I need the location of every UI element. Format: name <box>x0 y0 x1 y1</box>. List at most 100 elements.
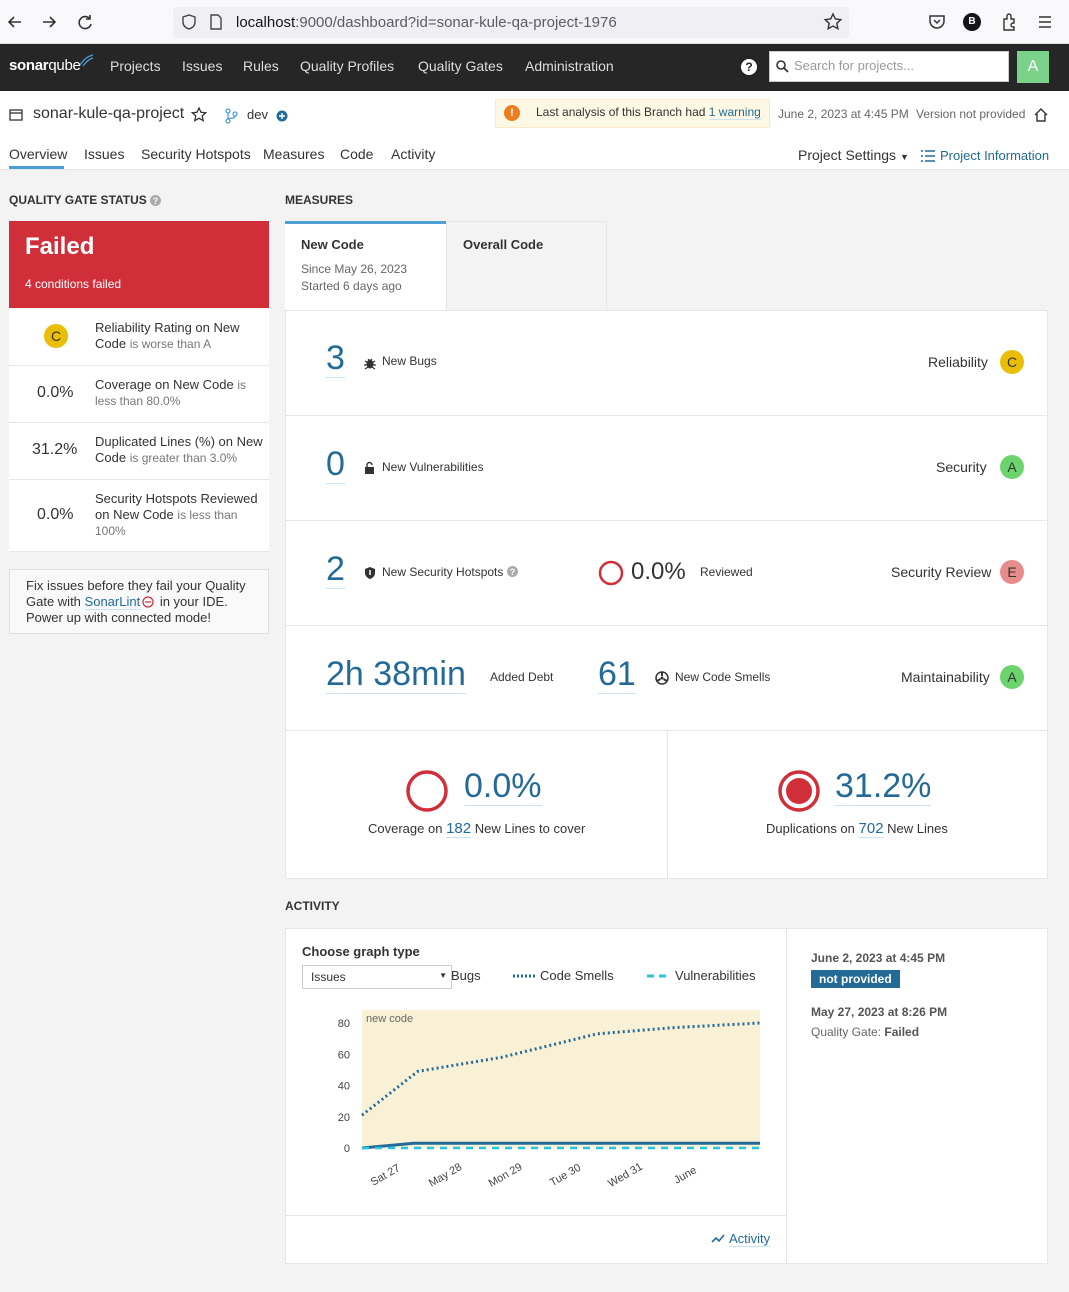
new-code-since: Since May 26, 2023 <box>301 262 408 276</box>
x-tick-label: Wed 31 <box>606 1161 645 1190</box>
tab-activity[interactable]: Activity <box>391 146 435 162</box>
profile-avatar[interactable]: B <box>963 13 981 31</box>
condition-value: 31.2% <box>32 441 78 458</box>
condition-label: Security Hotspots Reviewed on New Code i… <box>95 491 258 538</box>
hotspots-reviewed-label: Reviewed <box>700 565 753 579</box>
page-icon <box>206 12 228 34</box>
new-code-started: Started 6 days ago <box>301 279 402 293</box>
tab-code[interactable]: Code <box>340 146 373 162</box>
activity-chart: new code 0 20 40 60 80 Sat 27 May 28 Mon 29 Tue 3… <box>338 1010 761 1190</box>
branch-name[interactable]: dev <box>247 107 268 122</box>
user-avatar[interactable]: A <box>1017 51 1049 83</box>
new-code-smells-value[interactable]: 61 <box>598 655 636 694</box>
help-circle-icon[interactable]: ? <box>150 195 161 206</box>
project-settings-dropdown[interactable]: Project Settings ▼ <box>798 147 909 163</box>
maintainability-rating[interactable]: A <box>1000 665 1024 689</box>
back-icon[interactable] <box>4 11 26 33</box>
legend-vulnerabilities-swatch <box>647 974 669 978</box>
condition-value: 0.0% <box>37 506 74 523</box>
new-hotspots-value[interactable]: 2 <box>326 550 345 589</box>
tab-overall-code[interactable]: Overall Code <box>446 221 607 311</box>
project-information-link[interactable]: Project Information <box>940 148 1049 163</box>
security-rating[interactable]: A <box>1000 455 1024 479</box>
new-vulnerabilities-value[interactable]: 0 <box>326 445 345 484</box>
y-tick-label: 0 <box>344 1143 350 1155</box>
shield-icon[interactable] <box>179 12 201 34</box>
nav-quality-gates[interactable]: Quality Gates <box>418 58 503 74</box>
nav-rules[interactable]: Rules <box>243 58 279 74</box>
divider <box>667 731 668 879</box>
divider <box>786 929 787 1263</box>
x-tick-label: Mon 29 <box>487 1161 525 1190</box>
sonarlint-icon <box>142 596 154 608</box>
y-tick-label: 40 <box>338 1081 350 1093</box>
measures-heading: MEASURES <box>285 193 354 207</box>
home-icon[interactable] <box>1033 107 1049 123</box>
svg-text:?: ? <box>153 196 159 206</box>
nav-administration[interactable]: Administration <box>525 58 614 74</box>
condition-duplicated-lines[interactable]: 31.2% Duplicated Lines (%) on New Code i… <box>9 423 269 480</box>
tab-overview[interactable]: Overview <box>9 146 67 162</box>
analysis-date: June 2, 2023 at 4:45 PM <box>778 107 909 121</box>
coverage-lines-link[interactable]: 182 <box>446 820 472 838</box>
project-name[interactable]: sonar-kule-qa-project <box>33 105 184 123</box>
legend-code-smells: Code Smells <box>540 968 614 983</box>
bookmark-star-icon[interactable] <box>822 11 844 33</box>
warning-icon: ! <box>504 105 520 121</box>
pocket-icon[interactable] <box>926 11 948 33</box>
help-icon[interactable]: ? <box>741 59 757 75</box>
nav-projects[interactable]: Projects <box>110 58 161 74</box>
reload-icon[interactable] <box>74 11 96 33</box>
coverage-value[interactable]: 0.0% <box>464 767 542 806</box>
duplications-value[interactable]: 31.2% <box>835 767 932 806</box>
conditions-failed-count: 4 conditions failed <box>25 277 122 291</box>
legend-bugs: Bugs <box>451 968 481 983</box>
new-vulnerabilities-label: New Vulnerabilities <box>382 460 484 474</box>
project-icon <box>9 109 23 121</box>
help-circle-icon[interactable]: ? <box>507 566 518 577</box>
menu-icon[interactable] <box>1034 11 1056 33</box>
duplications-caption: Duplications on 702 New Lines <box>766 820 948 838</box>
condition-reliability[interactable]: C Reliability Rating on New Code is wors… <box>9 309 269 366</box>
nav-quality-profiles[interactable]: Quality Profiles <box>300 58 394 74</box>
list-icon <box>921 150 935 162</box>
tab-new-code[interactable]: New Code Since May 26, 2023 Started 6 da… <box>285 221 446 311</box>
sonarlint-link[interactable]: SonarLint <box>84 594 141 610</box>
tab-security-hotspots[interactable]: Security Hotspots <box>141 146 251 162</box>
history-quality-gate: Quality Gate: Failed <box>811 1025 920 1039</box>
reliability-rating[interactable]: C <box>1000 350 1024 374</box>
forward-icon[interactable] <box>38 11 60 33</box>
graph-type-label: Choose graph type <box>302 944 420 959</box>
activity-link[interactable]: Activity <box>729 1231 771 1247</box>
tab-issues[interactable]: Issues <box>84 146 124 162</box>
y-tick-label: 80 <box>338 1018 350 1030</box>
condition-label: Duplicated Lines (%) on New Code is grea… <box>95 434 263 465</box>
condition-security-hotspots[interactable]: 0.0% Security Hotspots Reviewed on New C… <box>9 480 269 552</box>
reliability-domain: Reliability <box>928 354 988 370</box>
warning-link[interactable]: 1 warning <box>708 105 761 120</box>
favorite-star-icon[interactable] <box>190 106 208 124</box>
reviewed-donut-icon <box>598 560 624 586</box>
new-hotspots-label: New Security Hotspots <box>382 565 504 579</box>
duplications-lines-link[interactable]: 702 <box>858 820 884 838</box>
security-review-rating[interactable]: E <box>1000 560 1024 584</box>
nav-issues[interactable]: Issues <box>182 58 222 74</box>
new-bugs-value[interactable]: 3 <box>326 339 345 378</box>
added-debt-value[interactable]: 2h 38min <box>326 655 466 694</box>
condition-label: Coverage on New Code is less than 80.0% <box>95 377 247 408</box>
chevron-down-icon: ▼ <box>439 971 447 980</box>
tab-measures[interactable]: Measures <box>263 146 324 162</box>
sonarqube-logo[interactable]: sonarqube <box>9 57 81 74</box>
search-icon <box>776 60 789 73</box>
extensions-icon[interactable] <box>998 11 1020 33</box>
security-domain: Security <box>936 459 987 475</box>
condition-coverage[interactable]: 0.0% Coverage on New Code is less than 8… <box>9 366 269 423</box>
active-tab-indicator <box>9 166 64 169</box>
tab-overall-code-title: Overall Code <box>463 237 544 252</box>
url-text[interactable]: localhost:9000/dashboard?id=sonar-kule-q… <box>236 14 617 31</box>
graph-type-select[interactable]: Issues ▼ <box>302 965 452 989</box>
quality-gate-heading: QUALITY GATE STATUS <box>9 193 147 207</box>
duplications-donut-icon <box>778 770 820 812</box>
hotspots-reviewed-value[interactable]: 0.0% <box>631 558 686 586</box>
branch-info-icon[interactable] <box>276 110 288 122</box>
